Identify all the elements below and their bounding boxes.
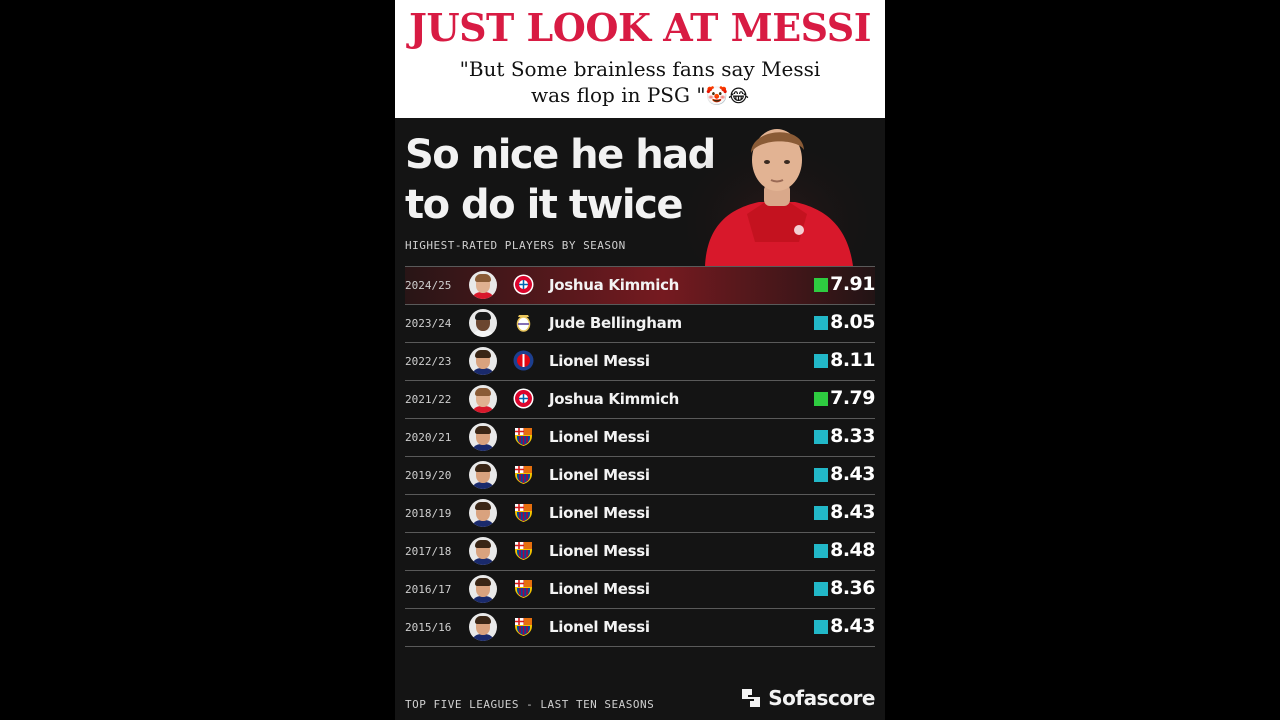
player-avatar [469, 347, 497, 375]
table-row: 2023/24 Jude Bellingham 8.05 [405, 304, 875, 342]
meme-caption: JUST LOOK AT MESSI "But Some brainless f… [395, 0, 885, 118]
player-rating: 8.43 [830, 501, 875, 523]
player-name: Lionel Messi [549, 352, 650, 370]
player-avatar [469, 461, 497, 489]
rating-color-swatch [814, 430, 828, 444]
player-name: Jude Bellingham [549, 314, 682, 332]
psg-crest-icon [513, 350, 534, 371]
caption-quote: "But Some brainless fans say Messi was f… [395, 56, 885, 110]
season-label: 2019/20 [405, 469, 452, 482]
player-name: Lionel Messi [549, 428, 650, 446]
player-avatar [469, 309, 497, 337]
caption-quote-line2: was flop in PSG " [531, 83, 706, 107]
ratings-card: So nice he had to do it twice HIGHEST-RA… [395, 118, 885, 720]
player-rating: 8.36 [830, 577, 875, 599]
rating-color-swatch [814, 506, 828, 520]
table-row: 2018/19 Lionel Messi 8.43 [405, 494, 875, 532]
bayern-crest-icon [513, 388, 534, 409]
player-name: Joshua Kimmich [549, 276, 680, 294]
player-rating: 8.11 [830, 349, 875, 371]
player-avatar [469, 575, 497, 603]
rating-color-swatch [814, 620, 828, 634]
season-label: 2018/19 [405, 507, 452, 520]
rating-color-swatch [814, 582, 828, 596]
table-row: 2019/20 Lionel Messi 8.43 [405, 456, 875, 494]
table-row: 2015/16 Lionel Messi 8.43 [405, 608, 875, 647]
table-row: 2021/22 Joshua Kimmich 7.79 [405, 380, 875, 418]
clown-laugh-emoji-icon: 🤡😂 [705, 86, 749, 107]
caption-headline: JUST LOOK AT MESSI [408, 5, 872, 50]
player-avatar [469, 537, 497, 565]
player-rating: 8.48 [830, 539, 875, 561]
table-row: 2017/18 Lionel Messi 8.48 [405, 532, 875, 570]
player-rating: 8.33 [830, 425, 875, 447]
season-label: 2016/17 [405, 583, 452, 596]
player-name: Lionel Messi [549, 504, 650, 522]
player-avatar [469, 271, 497, 299]
sofascore-brand: Sofascore [740, 686, 875, 710]
ratings-table: 2024/25 Joshua Kimmich 7.91 2023/24 Jude Bel… [405, 266, 875, 647]
sofascore-logo-icon [742, 689, 761, 707]
player-avatar [469, 385, 497, 413]
card-footer-note: TOP FIVE LEAGUES - LAST TEN SEASONS [405, 698, 655, 711]
player-rating: 8.05 [830, 311, 875, 333]
season-label: 2015/16 [405, 621, 452, 634]
table-row: 2020/21 Lionel Messi 8.33 [405, 418, 875, 456]
player-name: Lionel Messi [549, 542, 650, 560]
card-title: So nice he had to do it twice [405, 130, 716, 230]
barcelona-crest-icon [513, 578, 534, 599]
season-label: 2022/23 [405, 355, 452, 368]
barcelona-crest-icon [513, 540, 534, 561]
player-rating: 8.43 [830, 615, 875, 637]
player-avatar [469, 423, 497, 451]
season-label: 2024/25 [405, 279, 452, 292]
player-name: Lionel Messi [549, 618, 650, 636]
real-madrid-crest-icon [513, 312, 534, 333]
barcelona-crest-icon [513, 616, 534, 637]
card-title-line1: So nice he had [405, 132, 716, 178]
player-photo [687, 118, 867, 266]
sofascore-wordmark: Sofascore [768, 686, 875, 710]
player-name: Lionel Messi [549, 466, 650, 484]
rating-color-swatch [814, 544, 828, 558]
barcelona-crest-icon [513, 464, 534, 485]
video-frame: JUST LOOK AT MESSI "But Some brainless f… [395, 0, 885, 720]
player-rating: 8.43 [830, 463, 875, 485]
table-row: 2024/25 Joshua Kimmich 7.91 [405, 266, 875, 304]
player-name: Joshua Kimmich [549, 390, 680, 408]
rating-color-swatch [814, 468, 828, 482]
card-title-line2: to do it twice [405, 182, 683, 228]
player-avatar [469, 499, 497, 527]
player-avatar [469, 613, 497, 641]
rating-color-swatch [814, 278, 828, 292]
table-row: 2016/17 Lionel Messi 8.36 [405, 570, 875, 608]
season-label: 2023/24 [405, 317, 452, 330]
rating-color-swatch [814, 392, 828, 406]
player-rating: 7.91 [830, 273, 875, 295]
table-row: 2022/23 Lionel Messi 8.11 [405, 342, 875, 380]
season-label: 2017/18 [405, 545, 452, 558]
barcelona-crest-icon [513, 426, 534, 447]
rating-color-swatch [814, 316, 828, 330]
barcelona-crest-icon [513, 502, 534, 523]
season-label: 2021/22 [405, 393, 452, 406]
caption-quote-line1: "But Some brainless fans say Messi [459, 57, 821, 81]
rating-color-swatch [814, 354, 828, 368]
season-label: 2020/21 [405, 431, 452, 444]
player-rating: 7.79 [830, 387, 875, 409]
card-subtitle: HIGHEST-RATED PLAYERS BY SEASON [405, 239, 626, 252]
player-name: Lionel Messi [549, 580, 650, 598]
bayern-crest-icon [513, 274, 534, 295]
